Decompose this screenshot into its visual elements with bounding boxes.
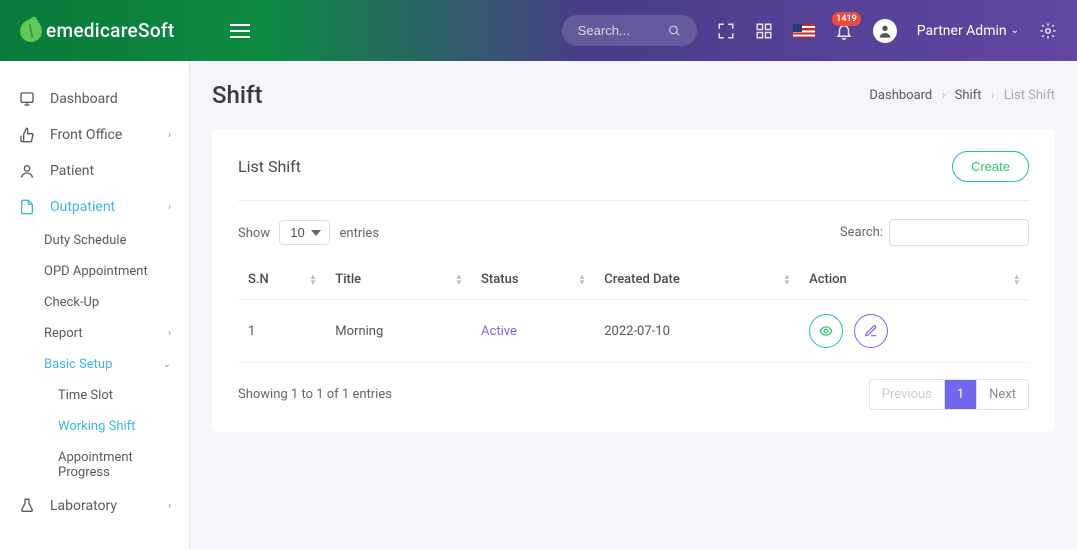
cell-created: 2022-07-10 bbox=[594, 300, 799, 363]
nav-outpatient[interactable]: Outpatient › bbox=[0, 189, 189, 225]
table-row: 1 Morning Active 2022-07-10 bbox=[238, 300, 1029, 363]
pagination: Previous 1 Next bbox=[869, 379, 1029, 410]
sort-icon: ▴▾ bbox=[785, 274, 790, 286]
card-title: List Shift bbox=[238, 157, 301, 176]
chevron-right-icon: › bbox=[168, 130, 171, 141]
notifications-icon[interactable]: 1419 bbox=[835, 22, 853, 40]
col-title[interactable]: Title▴▾ bbox=[325, 260, 471, 300]
apps-icon[interactable] bbox=[755, 22, 773, 40]
sub-duty-schedule[interactable]: Duty Schedule bbox=[0, 225, 189, 256]
document-icon bbox=[18, 199, 36, 215]
nav-dashboard[interactable]: Dashboard bbox=[0, 81, 189, 117]
leaf-icon bbox=[16, 15, 46, 45]
us-flag-icon bbox=[793, 24, 815, 38]
shift-table: S.N▴▾ Title▴▾ Status▴▾ Created Date▴▾ Ac… bbox=[238, 260, 1029, 363]
sort-icon: ▴▾ bbox=[1014, 274, 1019, 286]
search-input[interactable] bbox=[578, 23, 668, 38]
language-flag[interactable] bbox=[793, 24, 815, 38]
sort-icon: ▴▾ bbox=[311, 274, 316, 286]
subsub-working-shift[interactable]: Working Shift bbox=[0, 411, 189, 442]
topbar: emedicareSoft 1419 Partner Admi bbox=[0, 0, 1077, 61]
edit-icon bbox=[864, 324, 878, 338]
status-badge: Active bbox=[481, 324, 517, 339]
chevron-right-icon: › bbox=[942, 88, 946, 103]
sub-basic-setup[interactable]: Basic Setup ⌄ bbox=[0, 349, 189, 380]
subsub-appointment-progress[interactable]: Appointment Progress bbox=[0, 442, 189, 488]
menu-toggle[interactable] bbox=[230, 24, 250, 38]
subsub-timeslot[interactable]: Time Slot bbox=[0, 380, 189, 411]
nav-label: Dashboard bbox=[50, 91, 118, 107]
cell-action bbox=[799, 300, 1029, 363]
sub-checkup[interactable]: Check-Up bbox=[0, 287, 189, 318]
brand-name: emedicareSoft bbox=[46, 19, 175, 42]
chevron-right-icon: › bbox=[168, 202, 171, 213]
sub-label: Basic Setup bbox=[44, 357, 112, 372]
page-1[interactable]: 1 bbox=[945, 380, 977, 409]
edit-button[interactable] bbox=[854, 314, 888, 348]
col-sn[interactable]: S.N▴▾ bbox=[238, 260, 325, 300]
sub-label: OPD Appointment bbox=[44, 264, 148, 279]
user-menu[interactable]: Partner Admin ⌄ bbox=[917, 23, 1019, 39]
entries-length: Show 10 entries bbox=[238, 220, 379, 245]
thumbs-up-icon bbox=[18, 127, 36, 143]
sub-label: Duty Schedule bbox=[44, 233, 126, 248]
breadcrumb: Dashboard › Shift › List Shift bbox=[869, 88, 1055, 103]
nav-label: Outpatient bbox=[50, 199, 115, 215]
table-search-label: Search: bbox=[840, 225, 883, 240]
entries-select[interactable]: 10 bbox=[279, 220, 330, 245]
create-button[interactable]: Create bbox=[952, 151, 1029, 182]
dashboard-icon bbox=[18, 91, 36, 107]
show-label: Show bbox=[238, 226, 270, 241]
nav-label: Patient bbox=[50, 163, 94, 179]
chevron-down-icon: ⌄ bbox=[1011, 25, 1019, 36]
table-info: Showing 1 to 1 of 1 entries bbox=[238, 387, 392, 402]
nav-patient[interactable]: Patient bbox=[0, 153, 189, 189]
main-content: Shift Dashboard › Shift › List Shift Lis… bbox=[190, 61, 1077, 549]
notification-badge: 1419 bbox=[832, 12, 861, 26]
fullscreen-icon[interactable] bbox=[717, 22, 735, 40]
breadcrumb-current: List Shift bbox=[1004, 88, 1055, 103]
flask-icon bbox=[18, 498, 36, 514]
chevron-right-icon: › bbox=[991, 88, 995, 103]
table-search-input[interactable] bbox=[889, 219, 1029, 246]
user-name-label: Partner Admin bbox=[917, 23, 1007, 39]
nav-front-office[interactable]: Front Office › bbox=[0, 117, 189, 153]
sort-icon: ▴▾ bbox=[457, 274, 462, 286]
breadcrumb-shift[interactable]: Shift bbox=[955, 88, 982, 103]
patient-icon bbox=[18, 163, 36, 179]
col-status[interactable]: Status▴▾ bbox=[471, 260, 594, 300]
entries-label: entries bbox=[340, 226, 380, 241]
search-icon bbox=[668, 24, 681, 38]
nav-laboratory[interactable]: Laboratory › bbox=[0, 488, 189, 524]
table-header-row: S.N▴▾ Title▴▾ Status▴▾ Created Date▴▾ Ac… bbox=[238, 260, 1029, 300]
chevron-right-icon: › bbox=[168, 328, 171, 339]
eye-icon bbox=[819, 324, 833, 338]
chevron-right-icon: › bbox=[168, 501, 171, 512]
chevron-down-icon: ⌄ bbox=[163, 359, 171, 370]
nav-label: Laboratory bbox=[50, 498, 117, 514]
cell-status: Active bbox=[471, 300, 594, 363]
page-previous[interactable]: Previous bbox=[870, 380, 945, 409]
breadcrumb-dashboard[interactable]: Dashboard bbox=[869, 88, 932, 103]
global-search[interactable] bbox=[562, 15, 697, 46]
list-card: List Shift Create Show 10 entries Search… bbox=[212, 129, 1055, 432]
col-created[interactable]: Created Date▴▾ bbox=[594, 260, 799, 300]
sort-icon: ▴▾ bbox=[580, 274, 585, 286]
sub-label: Report bbox=[44, 326, 83, 341]
col-action[interactable]: Action▴▾ bbox=[799, 260, 1029, 300]
user-avatar[interactable] bbox=[873, 19, 897, 43]
page-next[interactable]: Next bbox=[977, 380, 1028, 409]
brand-logo[interactable]: emedicareSoft bbox=[20, 19, 175, 42]
view-button[interactable] bbox=[809, 314, 843, 348]
page-title: Shift bbox=[212, 81, 262, 109]
sub-report[interactable]: Report › bbox=[0, 318, 189, 349]
sidebar: Dashboard Front Office › Patient Outpati… bbox=[0, 61, 190, 549]
settings-icon[interactable] bbox=[1039, 22, 1057, 40]
cell-sn: 1 bbox=[238, 300, 325, 363]
nav-label: Front Office bbox=[50, 127, 122, 143]
cell-title: Morning bbox=[325, 300, 471, 363]
sub-label: Check-Up bbox=[44, 295, 99, 310]
sub-opd-appointment[interactable]: OPD Appointment bbox=[0, 256, 189, 287]
